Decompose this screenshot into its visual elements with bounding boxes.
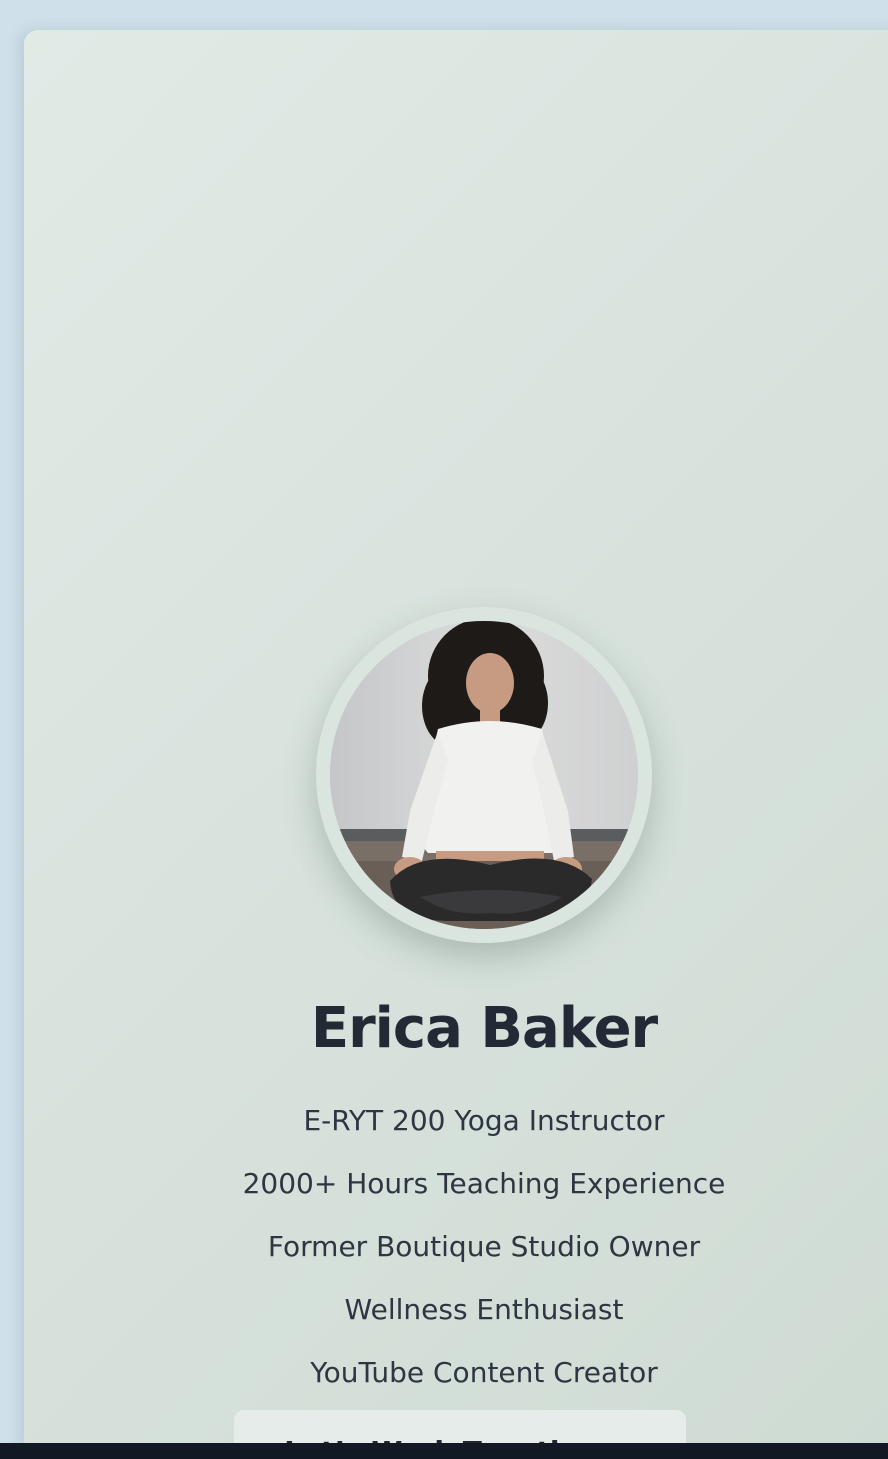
credential-item: Wellness Enthusiast [344, 1293, 624, 1326]
profile-name: Erica Baker [310, 996, 658, 1061]
credentials-list: E-RYT 200 Yoga Instructor 2000+ Hours Te… [24, 1100, 888, 1415]
bottom-bar [0, 1443, 888, 1459]
hero-card: Erica Baker E-RYT 200 Yoga Instructor 20… [24, 30, 888, 1450]
credential-item: 2000+ Hours Teaching Experience [242, 1167, 726, 1200]
profile-photo [330, 621, 638, 929]
credential-item: E-RYT 200 Yoga Instructor [303, 1104, 665, 1137]
avatar [330, 621, 638, 929]
credential-item: Former Boutique Studio Owner [267, 1230, 701, 1263]
avatar-ring [316, 607, 652, 943]
credential-item: YouTube Content Creator [310, 1356, 658, 1389]
